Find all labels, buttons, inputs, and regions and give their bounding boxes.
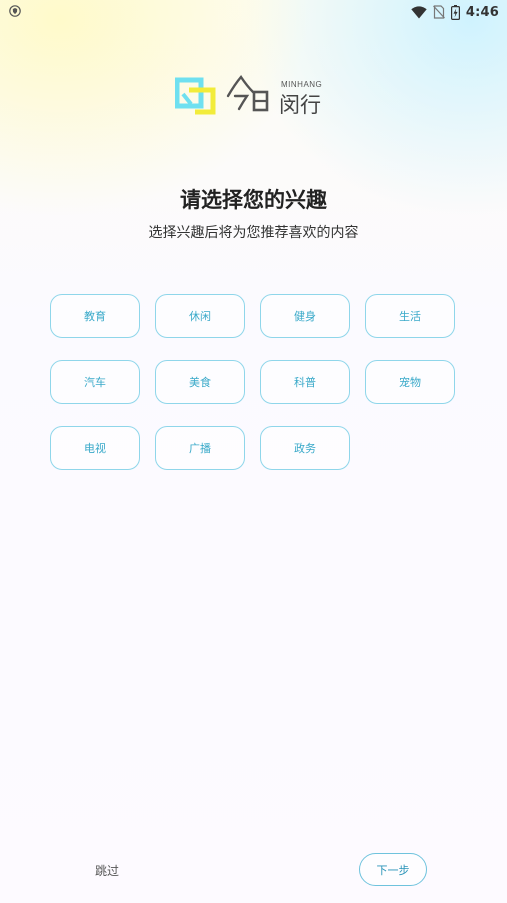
interest-chip-education[interactable]: 教育: [50, 294, 140, 338]
logo-mark-icon: [175, 77, 216, 115]
skip-button[interactable]: 跳过: [95, 862, 119, 879]
next-button[interactable]: 下一步: [359, 853, 427, 886]
logo-english-text: MINHANG: [281, 80, 323, 89]
interest-chip-pets[interactable]: 宠物: [365, 360, 455, 404]
status-bar: 4:46: [0, 0, 507, 24]
interest-chip-radio[interactable]: 广播: [155, 426, 245, 470]
status-indicators: 4:46: [411, 3, 499, 21]
interest-chip-government[interactable]: 政务: [260, 426, 350, 470]
interest-chip-science[interactable]: 科普: [260, 360, 350, 404]
page-subtitle: 选择兴趣后将为您推荐喜欢的内容: [148, 225, 359, 241]
interest-chip-life[interactable]: 生活: [365, 294, 455, 338]
interest-chip-fitness[interactable]: 健身: [260, 294, 350, 338]
logo-script-icon: [226, 75, 269, 112]
shield-icon: [9, 5, 21, 17]
interest-chip-tv[interactable]: 电视: [50, 426, 140, 470]
logo-chinese-text: 闵行: [279, 93, 321, 117]
wifi-icon: [411, 5, 427, 18]
page-title: 请选择您的兴趣: [180, 188, 327, 212]
app-logo: MINHANG 闵行: [175, 72, 335, 120]
interest-chip-food[interactable]: 美食: [155, 360, 245, 404]
status-time: 4:46: [465, 4, 499, 20]
interest-chip-cars[interactable]: 汽车: [50, 360, 140, 404]
no-sim-icon: [432, 5, 445, 19]
interest-chip-leisure[interactable]: 休闲: [155, 294, 245, 338]
battery-icon: [450, 4, 460, 20]
